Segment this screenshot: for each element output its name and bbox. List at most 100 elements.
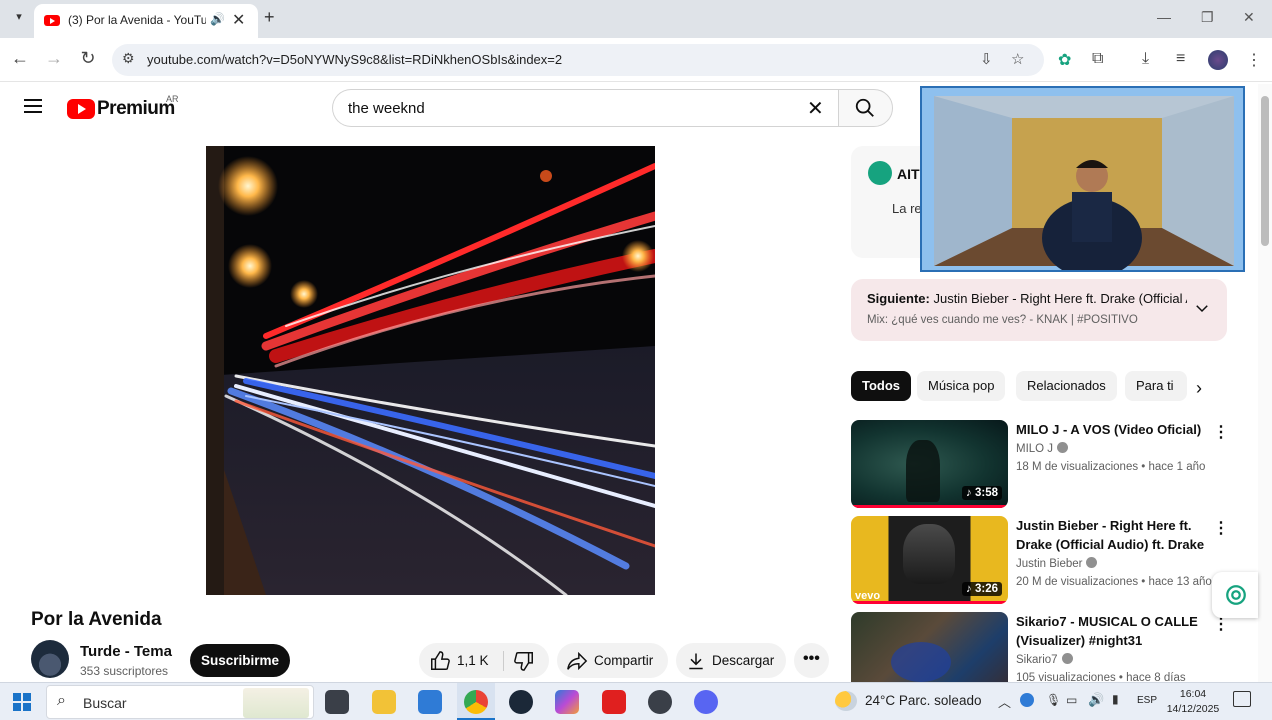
youtube-play-icon (67, 99, 95, 119)
site-info-icon[interactable]: ⚙ (122, 50, 135, 67)
thumbnail-figure (906, 440, 940, 502)
tray-chevron-up-icon[interactable]: ︿ (998, 692, 1011, 711)
address-bar[interactable]: ⚙ youtube.com/watch?v=D5oNYWNyS9c8&list=… (112, 44, 1044, 76)
search-button[interactable] (838, 89, 893, 127)
microsoft-store-icon[interactable] (418, 690, 442, 714)
watch-progress-bar (851, 601, 1008, 604)
up-next-line: Siguiente: Justin Bieber - Right Here ft… (867, 291, 1187, 306)
tab-search-icon[interactable]: ▾ (10, 8, 28, 26)
restore-icon[interactable]: ❐ (1201, 9, 1214, 26)
channel-avatar[interactable] (31, 640, 69, 678)
search-icon (855, 98, 874, 117)
volume-icon[interactable]: 🔊 (1088, 692, 1104, 708)
chip-relacionados[interactable]: Relacionados (1016, 371, 1117, 401)
webcam-overlay[interactable] (920, 86, 1245, 272)
forward-icon[interactable]: → (42, 48, 66, 69)
duration-badge: ♪ 3:58 (962, 486, 1002, 500)
weather-text[interactable]: 24°C Parc. soleado (865, 693, 981, 708)
video-thumbnail[interactable] (851, 612, 1008, 682)
rec-channel[interactable]: Justin Bieber (1016, 557, 1098, 570)
like-button[interactable]: 1,1 K (419, 643, 503, 678)
browser-menu-icon[interactable]: ⋮ (1246, 50, 1262, 70)
downloads-icon[interactable]: ⤓ (1142, 50, 1149, 68)
video-thumbnail[interactable]: ♪ 3:58 (851, 420, 1008, 508)
like-dislike-group: 1,1 K (419, 643, 549, 678)
discord-icon[interactable] (694, 690, 718, 714)
clear-search-icon[interactable]: ✕ (807, 96, 824, 121)
performance-app-icon[interactable] (648, 690, 672, 714)
windows-start-icon[interactable] (13, 693, 31, 711)
media-control-icon[interactable]: ≡ (1176, 50, 1185, 68)
webcam-feed (922, 88, 1243, 270)
download-button[interactable]: Descargar (676, 643, 786, 678)
scrollbar-thumb[interactable] (1261, 96, 1269, 246)
speaker-icon[interactable]: 🔊 (210, 12, 225, 26)
subscriber-count: 353 suscriptores (80, 664, 169, 678)
chrome-icon[interactable] (464, 690, 488, 714)
more-actions-button[interactable]: ••• (794, 643, 829, 678)
search-input[interactable]: the weeknd ✕ (332, 89, 838, 127)
list-item[interactable]: vevo ♪ 3:26 Justin Bieber - Right Here f… (851, 516, 1229, 606)
browser-toolbar: ← → ↻ ⚙ youtube.com/watch?v=D5oNYWNyS9c8… (0, 38, 1272, 82)
thumbnail-figure (903, 524, 955, 584)
chatgpt-extension-icon[interactable]: ✿ (1058, 50, 1071, 70)
share-icon (567, 651, 588, 671)
clock-time: 16:04 (1179, 688, 1207, 700)
battery-icon[interactable]: ▮ (1112, 692, 1119, 706)
chip-todos[interactable]: Todos (851, 371, 912, 401)
more-vert-icon[interactable]: ⋮ (1213, 518, 1229, 538)
close-window-icon[interactable]: ✕ (1243, 9, 1255, 26)
clock[interactable]: 16:04 14/12/2025 (1164, 687, 1222, 717)
share-button[interactable]: Compartir (557, 643, 668, 678)
reload-icon[interactable]: ↻ (76, 48, 100, 69)
profile-avatar[interactable] (1208, 50, 1228, 70)
video-thumbnail[interactable]: vevo ♪ 3:26 (851, 516, 1008, 604)
onedrive-icon[interactable] (1020, 693, 1034, 707)
chevron-down-icon[interactable] (1193, 299, 1211, 317)
dislike-button[interactable] (507, 643, 549, 678)
rec-title[interactable]: Justin Bieber - Right Here ft. Drake (Of… (1016, 516, 1222, 554)
list-item[interactable]: Sikario7 - MUSICAL O CALLE (Visualizer) … (851, 612, 1227, 682)
task-view-icon[interactable] (325, 690, 349, 714)
network-icon[interactable]: ▭ (1066, 693, 1077, 707)
url-text[interactable]: youtube.com/watch?v=D5oNYWNyS9c8&list=RD… (147, 52, 562, 67)
extensions-icon[interactable]: ⧉ (1092, 50, 1103, 68)
copilot-icon[interactable] (555, 690, 579, 714)
microphone-icon[interactable]: 🎙 (1046, 693, 1061, 707)
channel-name[interactable]: Turde - Tema (80, 643, 172, 660)
new-tab-icon[interactable]: + (264, 7, 275, 28)
download-icon (689, 653, 703, 670)
close-tab-icon[interactable]: ✕ (232, 10, 245, 30)
minimize-icon[interactable]: — (1157, 9, 1171, 25)
divider (503, 651, 504, 671)
weather-icon[interactable] (835, 691, 857, 711)
rec-title[interactable]: MILO J - A VOS (Video Oficial) (1016, 420, 1222, 439)
steam-icon[interactable] (509, 690, 533, 714)
back-icon[interactable]: ← (8, 48, 32, 69)
taskbar-search[interactable]: ⌕ Buscar (46, 685, 314, 719)
subscribe-button[interactable]: Suscribirme (190, 644, 290, 677)
list-item[interactable]: ♪ 3:58 MILO J - A VOS (Video Oficial) MI… (851, 420, 1229, 510)
rec-title[interactable]: Sikario7 - MUSICAL O CALLE (Visualizer) … (1016, 612, 1222, 650)
amd-software-icon[interactable] (602, 690, 626, 714)
page-scrollbar[interactable] (1258, 84, 1272, 682)
up-next-panel[interactable]: Siguiente: Justin Bieber - Right Here ft… (851, 279, 1227, 341)
more-vert-icon[interactable]: ⋮ (1213, 422, 1229, 442)
notifications-icon[interactable] (1233, 691, 1251, 707)
chatgpt-icon (868, 161, 892, 185)
chip-musica-pop[interactable]: Música pop (917, 371, 1006, 401)
search-query[interactable]: the weeknd (348, 100, 425, 117)
guide-menu-icon[interactable] (24, 99, 42, 113)
browser-tab-strip: ▾ (3) Por la Avenida - YouTube 🔊 ✕ + — ❐… (0, 0, 1272, 38)
chip-para-ti[interactable]: Para ti (1125, 371, 1187, 401)
bookmark-star-icon[interactable]: ☆ (1011, 50, 1024, 68)
language-indicator[interactable]: ESP (1137, 695, 1157, 706)
chevron-right-icon[interactable]: › (1196, 378, 1202, 399)
rec-channel[interactable]: Sikario7 (1016, 653, 1073, 666)
install-app-icon[interactable]: ⇩ (980, 50, 993, 68)
browser-tab[interactable]: (3) Por la Avenida - YouTube 🔊 ✕ (34, 4, 258, 38)
file-explorer-icon[interactable] (372, 690, 396, 714)
floating-chatgpt-button[interactable] (1212, 572, 1258, 618)
video-player[interactable] (206, 146, 655, 595)
rec-channel[interactable]: MILO J (1016, 442, 1069, 455)
